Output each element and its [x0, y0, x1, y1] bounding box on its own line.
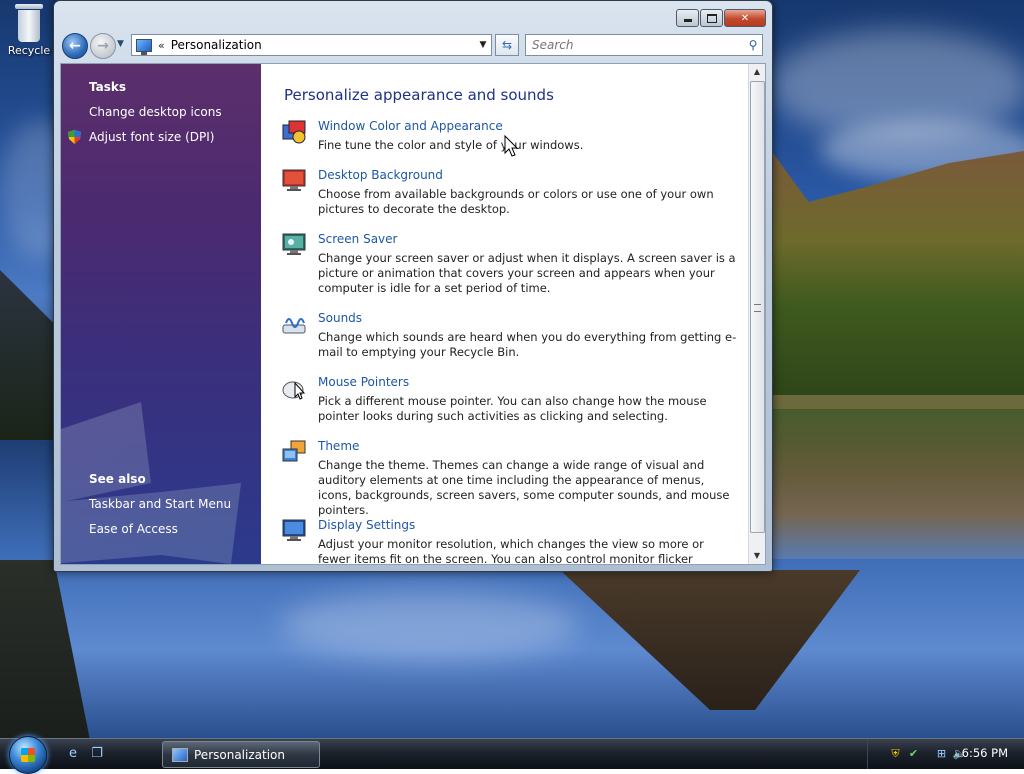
address-overflow-chevron[interactable]: « [158, 39, 165, 52]
see-also-heading: See also [89, 472, 146, 486]
item-link-display-settings[interactable]: Display Settings [318, 518, 415, 532]
mouse-cursor-icon [504, 134, 519, 157]
item-link-mouse-pointers[interactable]: Mouse Pointers [318, 375, 409, 389]
task-pane: Tasks Change desktop icons Adjust font s… [61, 64, 261, 564]
wallpaper-mountain [760, 150, 1024, 410]
wallpaper-shore [770, 395, 1024, 409]
task-link-change-desktop-icons[interactable]: Change desktop icons [89, 105, 222, 119]
wallpaper-reflection [560, 570, 860, 710]
taskbar: e ❐ Personalization ⛨ ✔ ⊞ 🔈 6:56 PM [0, 736, 1024, 774]
uac-shield-icon [68, 130, 81, 144]
item-link-window-color[interactable]: Window Color and Appearance [318, 119, 503, 133]
personalization-window[interactable]: ✕ ← → ▼ « Personalization ▼ ⇆ ⚲ Tasks Ch… [53, 0, 773, 572]
taskbar-button-label: Personalization [194, 747, 285, 762]
address-bar[interactable]: « Personalization ▼ [131, 34, 492, 56]
tasks-heading: Tasks [89, 80, 127, 94]
item-link-screen-saver[interactable]: Screen Saver [318, 232, 397, 246]
item-description: Choose from available backgrounds or col… [318, 187, 714, 216]
forward-arrow-icon: → [97, 38, 109, 54]
maximize-button[interactable] [700, 9, 723, 27]
chevron-down-icon: ▼ [117, 39, 124, 49]
vertical-scrollbar[interactable]: ▲ ▼ [748, 64, 765, 564]
window-controls: ✕ [675, 9, 766, 27]
close-button[interactable]: ✕ [724, 9, 766, 27]
clock[interactable]: 6:56 PM [962, 746, 1008, 760]
scroll-up-button[interactable]: ▲ [749, 64, 765, 80]
maximize-icon [706, 13, 717, 23]
item-description: Adjust your monitor resolution, which ch… [318, 537, 704, 565]
content-frame: Tasks Change desktop icons Adjust font s… [60, 63, 766, 565]
window-color-icon [282, 120, 306, 144]
recycle-bin-label: Recycle [7, 44, 51, 57]
see-also-link-taskbar[interactable]: Taskbar and Start Menu [89, 497, 231, 511]
internet-explorer-icon[interactable]: e [64, 745, 82, 763]
address-path[interactable]: Personalization [171, 38, 475, 52]
item-link-sounds[interactable]: Sounds [318, 311, 362, 325]
wallpaper-cloud [280, 590, 580, 660]
triangle-down-icon: ▼ [753, 551, 761, 560]
item-description: Change which sounds are heard when you d… [318, 330, 737, 359]
task-link-adjust-font-size[interactable]: Adjust font size (DPI) [89, 130, 214, 144]
theme-icon [282, 440, 306, 462]
page-title: Personalize appearance and sounds [284, 86, 554, 104]
search-icon[interactable]: ⚲ [744, 38, 762, 52]
notification-area: ⛨ ✔ ⊞ 🔈 6:56 PM [867, 739, 1024, 769]
update-check-icon[interactable]: ✔ [906, 746, 921, 761]
wallpaper-mountain [0, 270, 60, 440]
control-panel-icon [136, 38, 152, 55]
sounds-icon [282, 318, 306, 334]
forward-button[interactable]: → [90, 33, 116, 59]
item-link-desktop-background[interactable]: Desktop Background [318, 168, 443, 182]
item-description: Pick a different mouse pointer. You can … [318, 394, 707, 423]
recycle-bin-desktop-icon[interactable]: Recycle [4, 2, 54, 57]
item-link-theme[interactable]: Theme [318, 439, 359, 453]
recent-pages-dropdown[interactable]: ▼ [117, 39, 124, 49]
refresh-icon: ⇆ [501, 38, 513, 52]
item-description: Change your screen saver or adjust when … [318, 251, 736, 295]
wallpaper-reflection [770, 409, 1024, 559]
see-also-link-ease-of-access[interactable]: Ease of Access [89, 522, 178, 536]
network-icon[interactable]: ⊞ [934, 746, 949, 761]
item-description: Change the theme. Themes can change a wi… [318, 458, 730, 517]
recycle-bin-icon [15, 2, 43, 42]
refresh-button[interactable]: ⇆ [495, 34, 519, 56]
wallpaper-reflection [0, 560, 90, 738]
taskbar-button-personalization[interactable]: Personalization [162, 741, 320, 768]
security-shield-icon[interactable]: ⛨ [888, 746, 903, 761]
close-icon: ✕ [740, 12, 750, 24]
switch-windows-icon[interactable]: ❐ [88, 745, 106, 763]
screen-saver-icon [282, 233, 306, 255]
address-dropdown-button[interactable]: ▼ [475, 40, 491, 50]
back-button[interactable]: ← [62, 33, 88, 59]
start-button[interactable] [9, 736, 47, 774]
main-content: Personalize appearance and sounds Window… [261, 64, 749, 564]
grip-icon [754, 304, 761, 312]
scroll-down-button[interactable]: ▼ [749, 548, 765, 564]
minimize-button[interactable] [676, 9, 699, 27]
search-box[interactable]: ⚲ [525, 34, 763, 56]
minimize-icon [683, 19, 692, 22]
item-description: Fine tune the color and style of your wi… [318, 138, 584, 152]
control-panel-icon [172, 747, 188, 762]
desktop-background-icon [282, 169, 306, 191]
mouse-pointers-icon [282, 381, 306, 400]
triangle-up-icon: ▲ [753, 67, 761, 76]
back-arrow-icon: ← [69, 38, 81, 54]
search-input[interactable] [530, 37, 744, 53]
scroll-thumb[interactable] [750, 81, 765, 533]
chevron-down-icon: ▼ [479, 40, 487, 50]
display-settings-icon [282, 519, 306, 541]
